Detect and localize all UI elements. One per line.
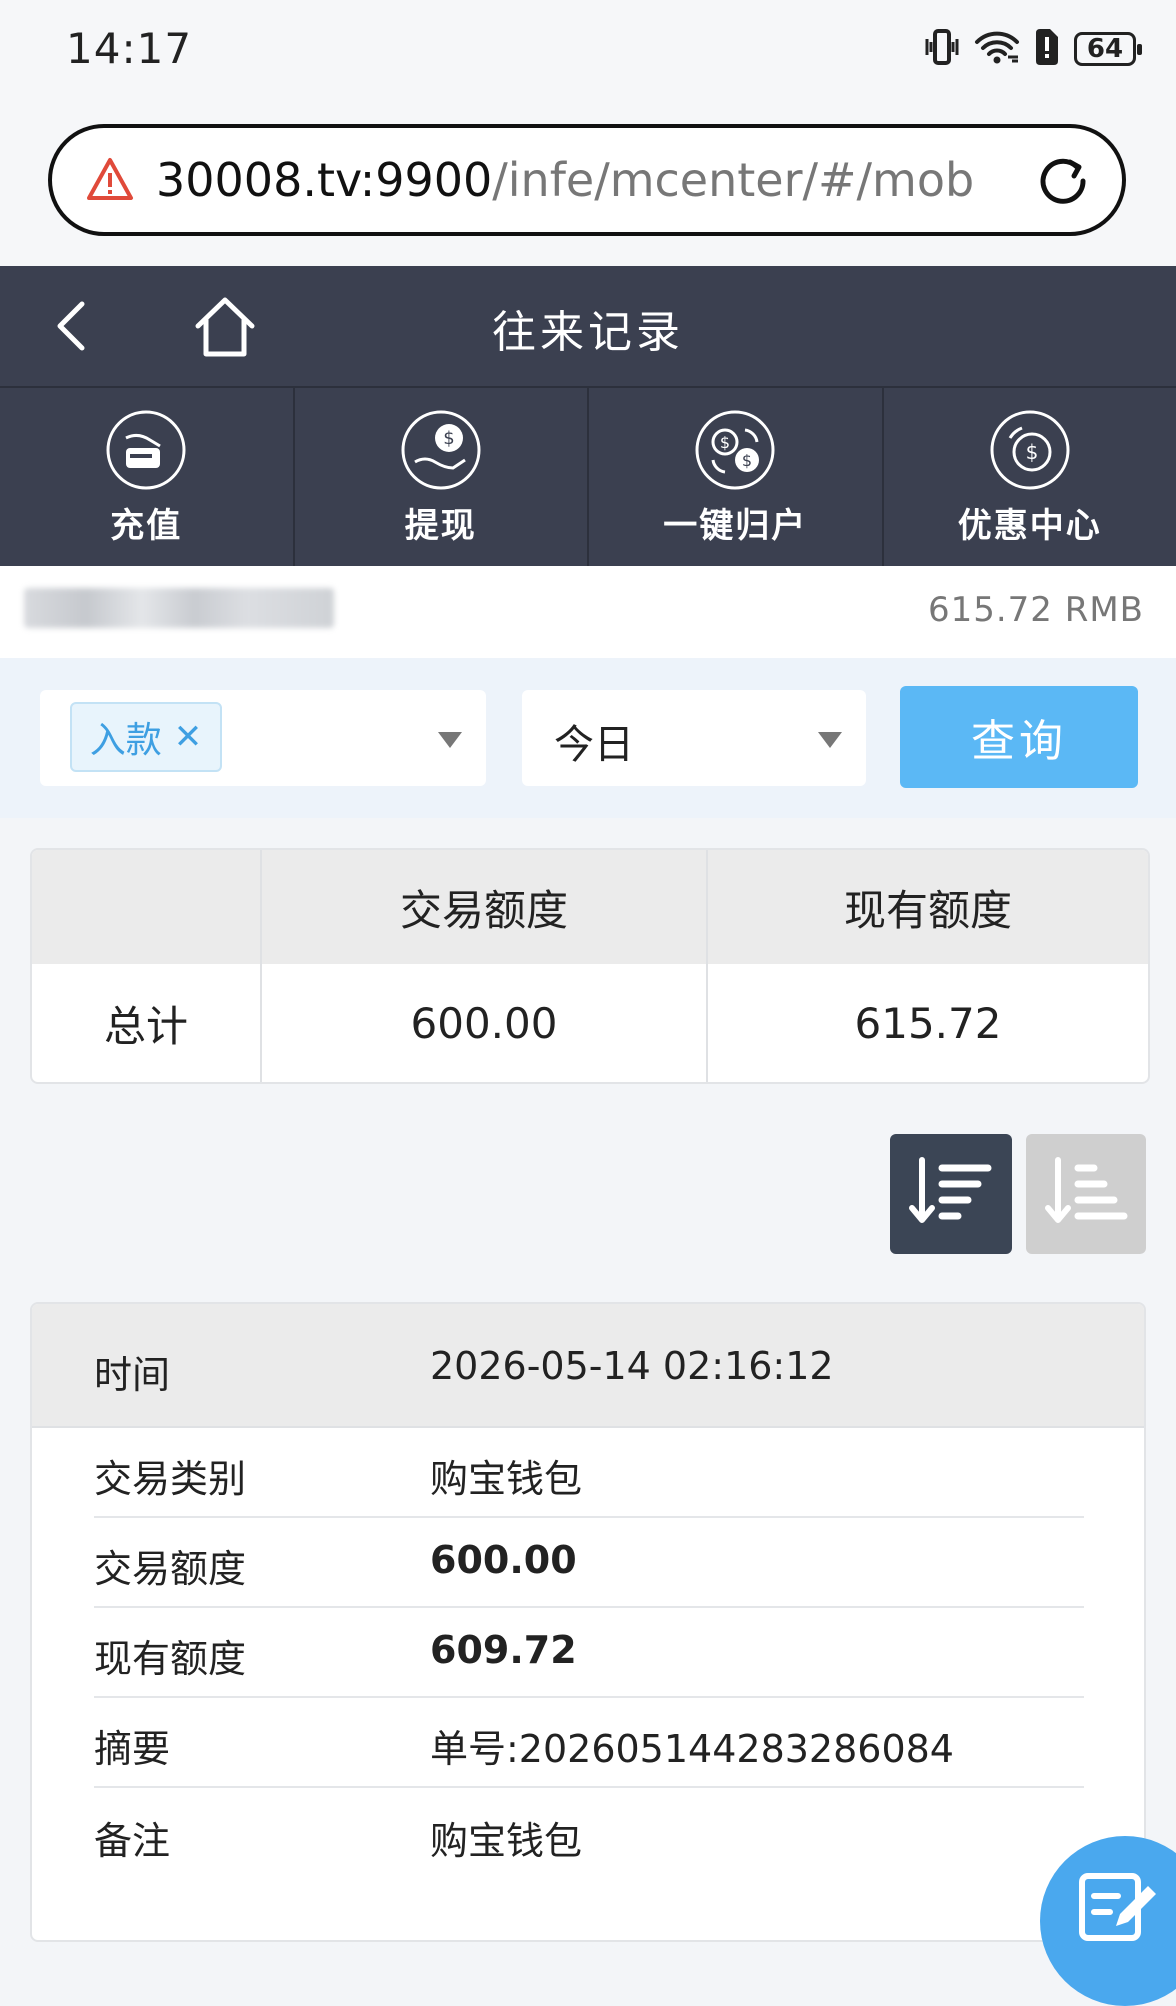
warning-icon[interactable] [86,156,134,204]
vibrate-icon [922,27,962,71]
action-deposit[interactable]: 充值 [0,388,295,566]
record-type-label: 交易类别 [94,1448,246,1503]
chevron-down-icon [818,732,842,748]
row-divider [94,1516,1084,1518]
exchange-coins-icon: $$ [693,408,777,492]
deposit-card-icon [104,408,188,492]
sort-descending-button[interactable] [890,1134,1012,1254]
status-time: 14:17 [66,24,192,73]
action-deposit-label: 充值 [110,498,182,547]
record-trade-label: 交易额度 [94,1538,246,1593]
action-promotions-label: 优惠中心 [958,498,1102,547]
edit-note-icon [1076,1862,1158,1944]
action-withdraw-label: 提现 [405,498,477,547]
record-note-value: 购宝钱包 [430,1810,582,1865]
svg-text:$: $ [1025,440,1038,464]
svg-text:$: $ [443,428,454,449]
summary-header-current: 现有额度 [708,850,1148,964]
sort-ascending-icon [1044,1154,1130,1234]
type-tag: 入款 ✕ [70,702,222,772]
record-summary-label: 摘要 [94,1718,170,1773]
date-select[interactable]: 今日 [522,690,866,786]
type-select[interactable]: 入款 ✕ [40,690,486,786]
nav-bar [0,266,1176,388]
record-type-value: 购宝钱包 [430,1448,582,1503]
row-divider [94,1786,1084,1788]
record-current-value: 609.72 [430,1628,577,1672]
summary-trade-amount: 600.00 [262,964,706,1082]
type-tag-label: 入款 [90,711,162,763]
summary-header-empty [32,850,260,964]
row-divider [94,1696,1084,1698]
address-bar[interactable]: 30008.tv:9900/infe/mcenter/#/mobile/ [48,124,1126,236]
tag-close-icon[interactable]: ✕ [174,720,203,754]
chevron-down-icon [438,732,462,748]
record-current-label: 现有额度 [94,1628,246,1683]
query-button[interactable]: 查询 [900,686,1138,788]
record-note-label: 备注 [94,1810,170,1865]
url-path: /infe/mcenter/#/mobile/ [492,153,976,207]
action-collect[interactable]: $$ 一键归户 [589,388,884,566]
battery-icon: 64 [1074,32,1136,66]
svg-text:$: $ [720,433,730,452]
home-icon[interactable] [192,294,258,360]
url-text[interactable]: 30008.tv:9900/infe/mcenter/#/mobile/ [156,153,976,207]
record-trade-value: 600.00 [430,1538,577,1582]
record-summary-value: 单号:202605144283286084 [430,1718,954,1773]
summary-table: 交易额度 现有额度 总计 600.00 615.72 [30,848,1150,1084]
rebate-coin-icon: $ [988,408,1072,492]
summary-row-label: 总计 [32,964,260,1082]
record-time-value: 2026-05-14 02:16:12 [430,1344,834,1388]
action-collect-label: 一键归户 [663,498,807,547]
record-time-label: 时间 [94,1344,170,1399]
wifi-icon [974,27,1020,71]
summary-current-amount: 615.72 [708,964,1148,1082]
back-icon[interactable] [46,296,96,356]
action-withdraw[interactable]: $ 提现 [295,388,590,566]
sort-ascending-button[interactable] [1026,1134,1146,1254]
withdraw-coin-icon: $ [399,408,483,492]
url-host: 30008.tv:9900 [156,153,492,207]
transaction-record: 时间 2026-05-14 02:16:12 交易类别 购宝钱包 交易额度 60… [30,1302,1146,1942]
summary-header-trade: 交易额度 [262,850,706,964]
quick-actions: 充值 $ 提现 $$ 一键归户 $ 优惠中心 [0,388,1176,566]
date-select-value: 今日 [554,712,634,770]
sort-descending-icon [908,1154,994,1234]
reload-icon[interactable] [1034,152,1092,210]
action-promotions[interactable]: $ 优惠中心 [884,388,1176,566]
sim-alert-icon [1032,27,1062,71]
balance-amount: 615.72 RMB [928,590,1144,630]
account-name-redacted [24,588,334,628]
svg-text:$: $ [742,451,752,470]
row-divider [94,1606,1084,1608]
status-icons: 64 [922,26,1136,72]
